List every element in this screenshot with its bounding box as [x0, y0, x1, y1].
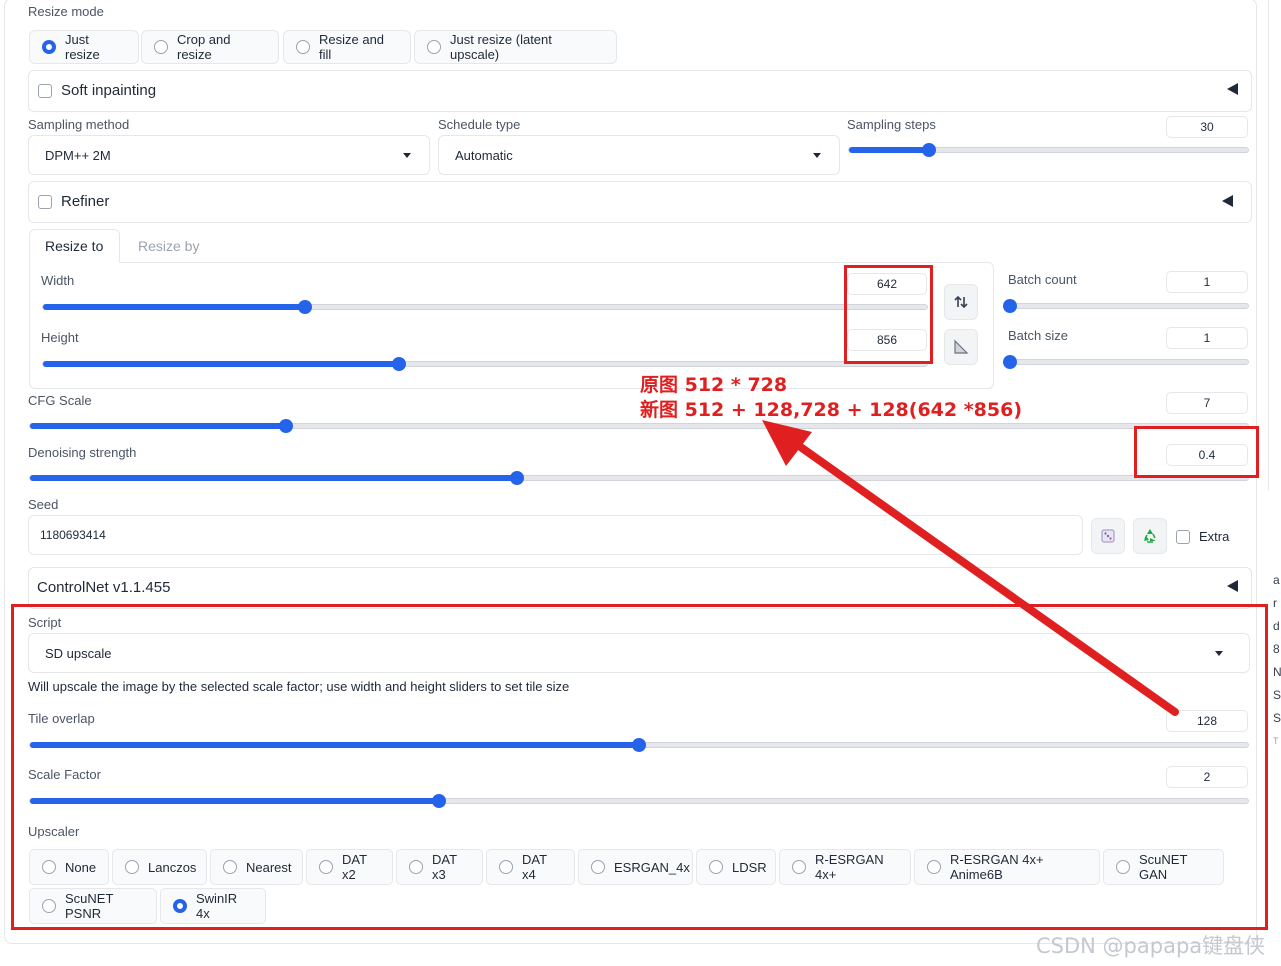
annotation-line-2: 新图 512 + 128,728 + 128(642 *856) — [640, 399, 1023, 421]
watermark: CSDN @papapa键盘侠 — [1036, 934, 1266, 958]
tab-resize-to-label: Resize to — [45, 238, 104, 254]
annotation-line-1: 原图 512 * 728 — [640, 374, 788, 396]
annotation-arrow — [762, 420, 1179, 716]
